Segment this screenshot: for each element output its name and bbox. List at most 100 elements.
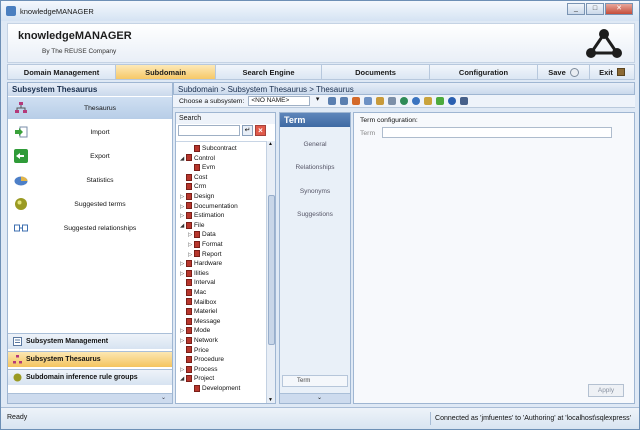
save-icon <box>569 67 579 77</box>
left-item-label: Import <box>90 128 110 136</box>
tree-node[interactable]: Crm <box>180 182 206 192</box>
left-item-import[interactable]: Import <box>8 121 172 143</box>
tree-node[interactable]: ▷ Mode <box>180 326 210 336</box>
cut-icon[interactable] <box>352 97 361 105</box>
tree-node[interactable]: ▷ Ilities <box>180 269 209 279</box>
search-button[interactable]: ↵ <box>242 125 253 136</box>
tree-node[interactable]: Procedure <box>180 355 224 365</box>
left-item-suggested-terms[interactable]: Suggested terms <box>8 193 172 215</box>
tab-synonyms[interactable]: Synonyms <box>280 188 350 195</box>
undo-icon[interactable] <box>328 97 337 105</box>
tree-node[interactable]: ▷ Hardware <box>180 259 222 269</box>
save-menu-button[interactable]: Save <box>538 65 590 79</box>
tree-node[interactable]: ◢ Project <box>180 374 214 384</box>
search-row: ↵ × <box>178 125 273 137</box>
exit-menu-button[interactable]: Exit <box>590 65 634 79</box>
status-bar: Ready Connected as 'jmfuentes' to 'Autho… <box>1 407 639 429</box>
tree-node[interactable]: ▷ Documentation <box>180 202 238 212</box>
tree-node[interactable]: ▷ Design <box>180 192 214 202</box>
scroll-up-icon[interactable]: ▲ <box>268 141 273 147</box>
minimize-button[interactable]: _ <box>567 3 585 15</box>
term-icon <box>186 307 192 315</box>
term-icon <box>194 163 200 171</box>
pinned-term-tab[interactable]: Term <box>282 375 348 387</box>
tree-node[interactable]: Mailbox <box>180 298 216 308</box>
subsystem-label: Choose a subsystem: <box>179 97 245 105</box>
tree-node[interactable]: ▷ Format <box>188 240 223 250</box>
term-panel-footer: ⌄ <box>280 393 350 403</box>
menu-search-engine[interactable]: Search Engine <box>216 65 322 79</box>
redo-icon[interactable] <box>340 97 349 105</box>
tab-relationships[interactable]: Relationships <box>280 164 350 171</box>
tree-node[interactable]: Evm <box>188 163 215 173</box>
left-item-export[interactable]: Export <box>8 145 172 167</box>
chevron-down-icon[interactable]: ⌄ <box>161 394 166 401</box>
paste-icon[interactable] <box>376 97 385 105</box>
tree-node[interactable]: Mac <box>180 288 206 298</box>
menu-domain-management[interactable]: Domain Management <box>8 65 116 79</box>
tab-suggestions[interactable]: Suggestions <box>280 211 350 218</box>
tree-node[interactable]: ▷ Data <box>188 230 216 240</box>
tree-node[interactable]: ▷ Estimation <box>180 211 224 221</box>
add-icon[interactable] <box>400 97 409 105</box>
left-item-suggested-relationships[interactable]: Suggested relationships <box>8 217 172 239</box>
term-icon <box>186 336 192 344</box>
app-header: knowledgeMANAGER By The REUSE Company <box>7 23 635 63</box>
refresh-icon[interactable] <box>412 97 421 105</box>
tree-node[interactable]: ▷ Process <box>180 365 217 375</box>
menu-subdomain[interactable]: Subdomain <box>116 65 216 79</box>
scroll-down-icon[interactable]: ▼ <box>268 397 273 403</box>
section-label: Subsystem Management <box>26 338 109 345</box>
tree-scrollbar[interactable]: ▲ ▼ <box>266 141 275 403</box>
menu-configuration[interactable]: Configuration <box>430 65 538 79</box>
section-subdomain-inference-rule-groups[interactable]: Subdomain inference rule groups <box>8 369 172 385</box>
tree-expander-icon[interactable]: ◢ <box>180 155 185 165</box>
left-item-thesaurus[interactable]: Thesaurus <box>8 97 172 119</box>
network-icon[interactable] <box>460 97 469 105</box>
tree-node[interactable]: ◢ Control <box>180 154 215 164</box>
toolbar: Choose a subsystem: <NO NAME> <box>173 95 635 108</box>
section-subsystem-management[interactable]: Subsystem Management <box>8 333 172 349</box>
tree-node[interactable]: Price <box>180 346 209 356</box>
term-icon <box>186 202 192 210</box>
copy-icon[interactable] <box>364 97 373 105</box>
scroll-thumb[interactable] <box>268 195 275 345</box>
find-icon[interactable] <box>388 97 397 105</box>
title-bar: knowledgeMANAGER _ □ ✕ <box>1 1 639 21</box>
check-icon[interactable] <box>436 97 445 105</box>
suggested-relationships-icon <box>14 224 28 232</box>
tree-expander-icon[interactable]: ◢ <box>180 375 185 385</box>
breadcrumb: Subdomain > Subsystem Thesaurus > Thesau… <box>173 82 635 95</box>
section-subsystem-thesaurus[interactable]: Subsystem Thesaurus <box>8 351 172 367</box>
thesaurus-icon <box>15 102 27 113</box>
tree-node[interactable]: Cost <box>180 173 207 183</box>
term-field[interactable] <box>382 127 612 138</box>
tree-node[interactable]: Interval <box>180 278 215 288</box>
left-item-label: Statistics <box>86 176 114 184</box>
term-icon <box>186 346 192 354</box>
maximize-button[interactable]: □ <box>586 3 604 15</box>
wand-icon[interactable] <box>424 97 433 105</box>
subsystem-select[interactable]: <NO NAME> <box>248 96 319 106</box>
apply-button[interactable]: Apply <box>588 384 624 397</box>
tree-node[interactable]: ▷ Report <box>188 250 222 260</box>
tree-node[interactable]: ▷ Network <box>180 336 218 346</box>
tree-expander-icon[interactable]: ◢ <box>180 222 185 232</box>
chevron-down-icon[interactable]: ⌄ <box>317 394 322 401</box>
tree-node[interactable]: Message <box>180 317 220 327</box>
clear-search-button[interactable]: × <box>255 125 266 136</box>
connection-status: Connected as 'jmfuentes' to 'Authoring' … <box>430 412 631 425</box>
tree-node[interactable]: Subcontract <box>188 144 237 154</box>
tree-node[interactable]: ◢ File <box>180 221 204 231</box>
search-input[interactable] <box>178 125 240 136</box>
term-icon <box>194 240 200 248</box>
help-icon[interactable] <box>448 97 457 105</box>
term-icon <box>186 192 192 200</box>
term-icon <box>186 355 192 363</box>
menu-documents[interactable]: Documents <box>322 65 430 79</box>
left-item-statistics[interactable]: Statistics <box>8 169 172 191</box>
tree-node[interactable]: Materiel <box>180 307 217 317</box>
tree-node[interactable]: Development <box>188 384 240 394</box>
close-button[interactable]: ✕ <box>605 3 633 15</box>
tab-general[interactable]: General <box>280 141 350 148</box>
